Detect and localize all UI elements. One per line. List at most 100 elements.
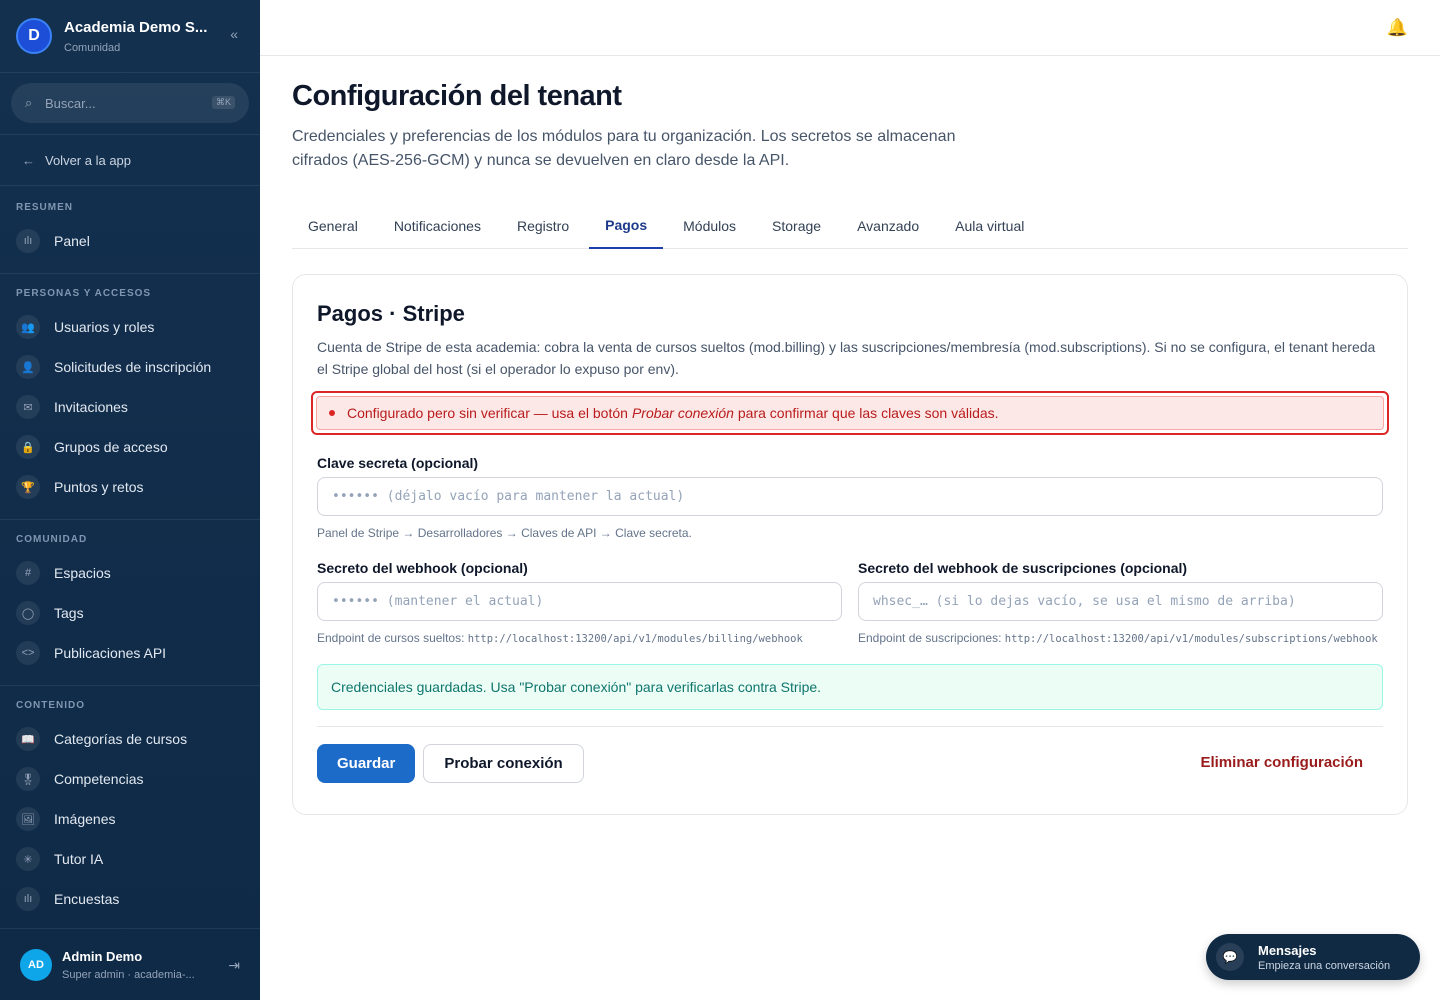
tab-general[interactable]: General: [292, 203, 374, 249]
back-to-app-link[interactable]: ← Volver a la app: [0, 134, 260, 186]
warning-text-post: para confirmar que las claves son válida…: [737, 405, 999, 421]
sidebar-item-puntos[interactable]: 🏆 Puntos y retos: [0, 467, 260, 507]
search-icon: ⌕: [25, 95, 33, 110]
save-button[interactable]: Guardar: [317, 744, 416, 783]
success-alert: Credenciales guardadas. Usa "Probar cone…: [317, 664, 1383, 710]
org-type: Comunidad: [64, 41, 121, 54]
messages-title: Mensajes: [1258, 942, 1317, 958]
card-description: Cuenta de Stripe de esta academia: cobra…: [317, 339, 1376, 377]
sidebar-header: D Academia Demo S... Comunidad «: [0, 0, 260, 73]
subs-webhook-hint: Endpoint de suscripciones: http://localh…: [858, 630, 1383, 648]
messages-widget[interactable]: 💬 Mensajes Empieza una conversación: [1206, 934, 1420, 980]
page-title: Configuración del tenant: [292, 80, 622, 112]
book-icon: 📖: [16, 727, 40, 751]
tab-pagos[interactable]: Pagos: [589, 203, 664, 249]
sidebar-item-categorias[interactable]: 📖 Categorías de cursos: [0, 719, 260, 759]
tab-storage[interactable]: Storage: [756, 203, 837, 249]
sidebar-item-tags[interactable]: ◯ Tags: [0, 593, 260, 633]
divider: [317, 726, 1383, 727]
sidebar-item-label: Imágenes: [54, 811, 116, 827]
tag-icon: ◯: [16, 601, 40, 625]
back-to-app-label: Volver a la app: [45, 152, 132, 168]
main-content: Configuración del tenant Credenciales y …: [292, 80, 1408, 815]
card-actions: Guardar Probar conexión Eliminar configu…: [317, 744, 1383, 783]
sidebar-item-espacios[interactable]: # Espacios: [0, 553, 260, 593]
section-label: RESUMEN: [16, 202, 74, 213]
collapse-sidebar-icon[interactable]: «: [230, 26, 238, 42]
warning-alert: Configurado pero sin verificar — usa el …: [316, 396, 1384, 430]
sparkle-icon: ✳: [16, 847, 40, 871]
sidebar-item-imagenes[interactable]: 🖼 Imágenes: [0, 799, 260, 839]
webhook-hint-label: Endpoint de cursos sueltos:: [317, 631, 465, 645]
delete-config-button[interactable]: Eliminar configuración: [1200, 754, 1363, 771]
sidebar-item-label: Espacios: [54, 565, 111, 581]
sidebar-item-label: Encuestas: [54, 891, 120, 907]
section-label: PERSONAS Y ACCESOS: [16, 288, 152, 299]
search-input[interactable]: ⌕ Buscar... ⌘K: [11, 83, 249, 123]
arrow-left-icon: ←: [22, 152, 35, 168]
trophy-icon: 🏆: [16, 475, 40, 499]
tab-registro[interactable]: Registro: [501, 203, 585, 249]
section-label: CONTENIDO: [16, 700, 85, 711]
avatar: AD: [20, 948, 52, 981]
subs-webhook-secret-input[interactable]: whsec_… (si lo dejas vacío, se usa el mi…: [858, 582, 1383, 621]
secret-key-label: Clave secreta (opcional): [317, 455, 479, 471]
sidebar-item-grupos[interactable]: 🔒 Grupos de acceso: [0, 427, 260, 467]
secret-key-input[interactable]: •••••• (déjalo vacío para mantener la ac…: [317, 477, 1383, 516]
sidebar-item-label: Usuarios y roles: [54, 319, 155, 335]
sidebar: D Academia Demo S... Comunidad « ⌕ Busca…: [0, 0, 260, 1000]
sidebar-item-panel[interactable]: ılı Panel: [0, 221, 260, 261]
search-placeholder: Buscar...: [45, 95, 96, 111]
medal-icon: 🎖: [16, 767, 40, 791]
webhook-hint: Endpoint de cursos sueltos: http://local…: [317, 630, 842, 648]
users-icon: 👥: [16, 315, 40, 339]
logout-icon[interactable]: ⇥: [228, 957, 240, 974]
sidebar-item-solicitudes[interactable]: 👤 Solicitudes de inscripción: [0, 347, 260, 387]
sidebar-section-resumen: RESUMEN ılı Panel: [0, 202, 260, 261]
settings-tabs: General Notificaciones Registro Pagos Mó…: [292, 203, 1408, 249]
sidebar-item-encuestas[interactable]: ılı Encuestas: [0, 879, 260, 919]
hash-icon: #: [16, 561, 40, 585]
search-shortcut-badge: ⌘K: [211, 96, 235, 109]
chart-icon: ılı: [16, 887, 40, 911]
tab-notificaciones[interactable]: Notificaciones: [378, 203, 497, 249]
chat-icon: 💬: [1216, 943, 1244, 971]
card-title: Pagos · Stripe: [317, 301, 465, 326]
test-connection-button[interactable]: Probar conexión: [423, 744, 584, 783]
sidebar-item-competencias[interactable]: 🎖 Competencias: [0, 759, 260, 799]
sidebar-item-usuarios[interactable]: 👥 Usuarios y roles: [0, 307, 260, 347]
secret-key-placeholder: •••••• (déjalo vacío para mantener la ac…: [332, 489, 685, 504]
bell-icon[interactable]: 🔔: [1387, 18, 1408, 38]
tab-aula-virtual[interactable]: Aula virtual: [939, 203, 1040, 249]
chart-icon: ılı: [16, 229, 40, 253]
org-logo-icon[interactable]: D: [16, 18, 52, 54]
sidebar-item-publicaciones[interactable]: <> Publicaciones API: [0, 633, 260, 673]
tab-avanzado[interactable]: Avanzado: [841, 203, 935, 249]
webhook-secret-input[interactable]: •••••• (mantener el actual): [317, 582, 842, 621]
user-icon: 👤: [16, 355, 40, 379]
mail-icon: ✉: [16, 395, 40, 419]
sidebar-section-personas: PERSONAS Y ACCESOS 👥 Usuarios y roles 👤 So…: [0, 288, 260, 507]
webhook-endpoint-url: http://localhost:13200/api/v1/modules/bi…: [467, 633, 803, 645]
code-icon: <>: [16, 641, 40, 665]
org-name[interactable]: Academia Demo S...: [64, 19, 207, 36]
sidebar-item-invitaciones[interactable]: ✉ Invitaciones: [0, 387, 260, 427]
section-label: COMUNIDAD: [16, 534, 88, 545]
topbar: 🔔: [260, 0, 1440, 56]
alert-dot-icon: [329, 410, 335, 416]
user-role: Super admin · academia-...: [62, 968, 195, 981]
user-footer[interactable]: AD Admin Demo Super admin · academia-...…: [0, 928, 260, 1000]
subs-webhook-secret-placeholder: whsec_… (si lo dejas vacío, se usa el mi…: [873, 594, 1296, 609]
sidebar-item-tutor[interactable]: ✳ Tutor IA: [0, 839, 260, 879]
sidebar-section-comunidad: COMUNIDAD # Espacios ◯ Tags <> Publicacione…: [0, 534, 260, 673]
sidebar-item-label: Competencias: [54, 771, 144, 787]
lock-icon: 🔒: [16, 435, 40, 459]
sidebar-item-label: Invitaciones: [54, 399, 128, 415]
secret-key-hint: Panel de Stripe → Desarrolladores → Clav…: [317, 526, 692, 540]
warning-text-emphasis: Probar conexión: [631, 405, 734, 421]
tab-modulos[interactable]: Módulos: [667, 203, 752, 249]
webhook-secret-label: Secreto del webhook (opcional): [317, 560, 528, 576]
subs-webhook-endpoint-url: http://localhost:13200/api/v1/modules/su…: [1004, 633, 1378, 645]
sidebar-item-label: Grupos de acceso: [54, 439, 168, 455]
warning-text-pre: Configurado pero sin verificar — usa el …: [347, 405, 628, 421]
